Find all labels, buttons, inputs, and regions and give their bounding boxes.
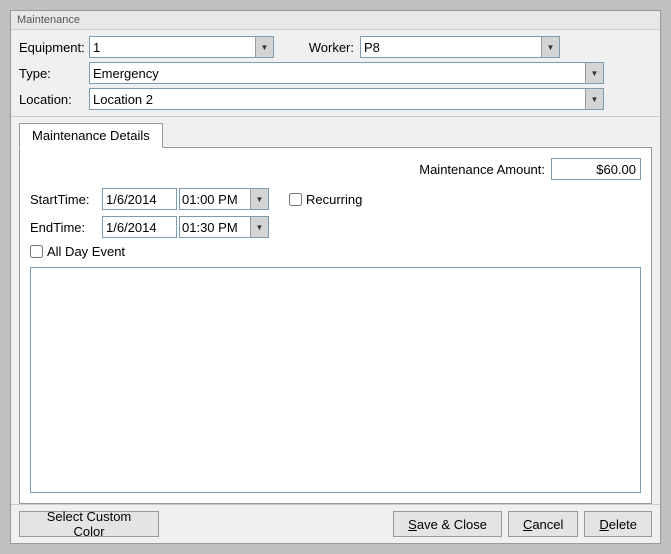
allday-label: All Day Event [47, 244, 125, 259]
cancel-button[interactable]: Cancel [508, 511, 578, 537]
endtime-time-wrapper: ▼ [179, 216, 269, 238]
equipment-row: Equipment: ▼ Worker: ▼ [19, 36, 652, 58]
notes-textarea[interactable] [30, 267, 641, 493]
cancel-label: Cancel [523, 517, 563, 532]
endtime-time-input[interactable] [179, 216, 269, 238]
location-row: Location: ▼ [19, 88, 652, 110]
starttime-date-input[interactable] [102, 188, 177, 210]
recurring-label: Recurring [306, 192, 362, 207]
recurring-checkbox[interactable] [289, 193, 302, 206]
tab-maintenance-details[interactable]: Maintenance Details [19, 123, 163, 148]
maintenance-amount-row: Maintenance Amount: [30, 158, 641, 180]
footer: Select Custom Color Save & Close Cancel … [11, 504, 660, 543]
maintenance-dialog: Maintenance Equipment: ▼ Worker: ▼ Type:… [10, 10, 661, 544]
dialog-title: Maintenance [11, 11, 660, 30]
starttime-time-input[interactable] [179, 188, 269, 210]
equipment-label: Equipment: [19, 40, 89, 55]
type-dropdown-wrapper: ▼ [89, 62, 604, 84]
endtime-label: EndTime: [30, 220, 102, 235]
footer-left: Select Custom Color [19, 511, 159, 537]
worker-section: Worker: ▼ [294, 36, 560, 58]
allday-checkbox[interactable] [30, 245, 43, 258]
type-row: Type: ▼ [19, 62, 652, 84]
worker-dropdown-wrapper: ▼ [360, 36, 560, 58]
recurring-wrapper: Recurring [289, 192, 362, 207]
type-label: Type: [19, 66, 89, 81]
maintenance-amount-label: Maintenance Amount: [419, 162, 545, 177]
allday-row: All Day Event [30, 244, 641, 259]
starttime-label: StartTime: [30, 192, 102, 207]
maintenance-amount-input[interactable] [551, 158, 641, 180]
footer-right: Save & Close Cancel Delete [393, 511, 652, 537]
equipment-dropdown-wrapper: ▼ [89, 36, 274, 58]
endtime-date-input[interactable] [102, 216, 177, 238]
equipment-input[interactable] [89, 36, 274, 58]
delete-label: Delete [599, 517, 637, 532]
worker-input[interactable] [360, 36, 560, 58]
save-close-button[interactable]: Save & Close [393, 511, 502, 537]
starttime-time-wrapper: ▼ [179, 188, 269, 210]
location-dropdown-wrapper: ▼ [89, 88, 604, 110]
tab-content: Maintenance Amount: StartTime: ▼ Recurri… [19, 147, 652, 504]
custom-color-button[interactable]: Select Custom Color [19, 511, 159, 537]
delete-button[interactable]: Delete [584, 511, 652, 537]
starttime-row: StartTime: ▼ Recurring [30, 188, 641, 210]
endtime-row: EndTime: ▼ [30, 216, 641, 238]
location-input[interactable] [89, 88, 604, 110]
worker-label: Worker: [294, 40, 354, 55]
tab-bar: Maintenance Details [19, 123, 652, 147]
tab-container: Maintenance Details Maintenance Amount: … [19, 123, 652, 504]
form-section: Equipment: ▼ Worker: ▼ Type: ▼ Location: [11, 30, 660, 117]
save-close-label: Save & Close [408, 517, 487, 532]
location-label: Location: [19, 92, 89, 107]
type-input[interactable] [89, 62, 604, 84]
